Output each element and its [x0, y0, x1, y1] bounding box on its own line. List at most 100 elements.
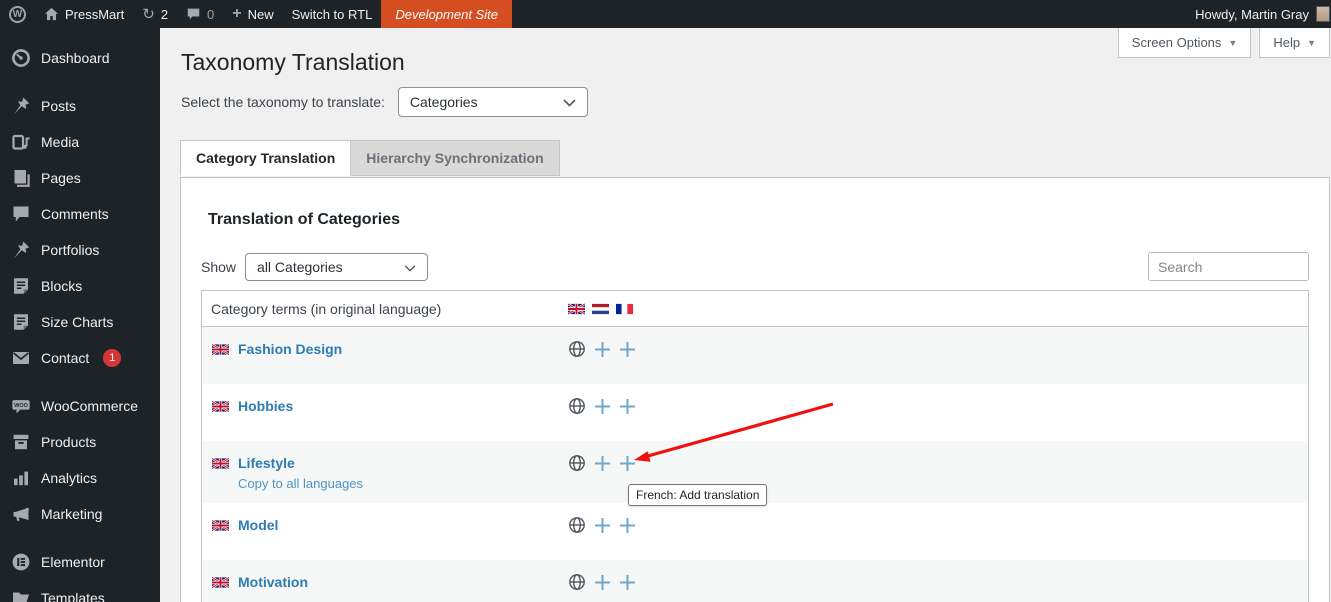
sidebar-item-dashboard[interactable]: Dashboard: [0, 40, 160, 76]
admin-bar: W PressMart ↻ 2 0 + New Switch to RTL De…: [0, 0, 1331, 28]
site-link[interactable]: PressMart: [35, 0, 133, 28]
bars-icon: [11, 468, 31, 488]
new-label: New: [248, 7, 274, 22]
sidebar-item-size-charts[interactable]: Size Charts: [0, 304, 160, 340]
tab-bar: Category Translation Hierarchy Synchroni…: [180, 140, 1331, 176]
avatar[interactable]: [1316, 6, 1330, 22]
sidebar-item-label: Dashboard: [41, 50, 110, 66]
sidebar-item-comments[interactable]: Comments: [0, 196, 160, 232]
wordpress-menu[interactable]: W: [0, 0, 35, 28]
wordpress-logo-icon: W: [9, 6, 26, 23]
table-row: Fashion Design: [202, 327, 1308, 384]
sidebar-item-label: Posts: [41, 98, 76, 114]
category-translation-panel: Translation of Categories Show all Categ…: [180, 177, 1330, 602]
sidebar-item-templates[interactable]: Templates: [0, 580, 160, 602]
tab-category-translation[interactable]: Category Translation: [180, 140, 351, 176]
show-label: Show: [201, 259, 236, 275]
search-input[interactable]: [1148, 252, 1309, 281]
screen-options-button[interactable]: Screen Options ▼: [1118, 28, 1252, 58]
sidebar-item-media[interactable]: Media: [0, 124, 160, 160]
add-translation-fr-icon[interactable]: [618, 516, 636, 534]
sidebar-item-label: Contact: [41, 350, 89, 366]
sidebar-item-woocommerce[interactable]: WOO WooCommerce: [0, 388, 160, 424]
sidebar-item-label: WooCommerce: [41, 398, 138, 414]
term-link[interactable]: Model: [238, 517, 278, 533]
original-language-globe-icon[interactable]: [568, 397, 586, 415]
main-content: Screen Options ▼ Help ▼ Taxonomy Transla…: [160, 28, 1331, 602]
add-translation-nl-icon[interactable]: [593, 516, 611, 534]
new-button[interactable]: + New: [223, 0, 282, 28]
sidebar-item-blocks[interactable]: Blocks: [0, 268, 160, 304]
term-link[interactable]: Lifestyle: [238, 455, 295, 471]
flag-en-icon: [212, 577, 229, 588]
sidebar-item-label: Marketing: [41, 506, 102, 522]
megaphone-icon: [11, 504, 31, 524]
add-translation-fr-icon[interactable]: [618, 573, 636, 591]
updates-button[interactable]: ↻ 2: [133, 0, 177, 28]
add-translation-fr-icon[interactable]: [618, 340, 636, 358]
add-translation-nl-icon[interactable]: [593, 340, 611, 358]
bubble-icon: [11, 204, 31, 224]
add-translation-nl-icon[interactable]: [593, 573, 611, 591]
tab-hierarchy-synchronization[interactable]: Hierarchy Synchronization: [351, 140, 559, 176]
sidebar-item-label: Analytics: [41, 470, 97, 486]
original-language-globe-icon[interactable]: [568, 516, 586, 534]
category-filter-select[interactable]: all Categories: [245, 253, 428, 281]
sidebar-item-label: Blocks: [41, 278, 82, 294]
language-flags: [568, 303, 633, 314]
chevron-down-icon: ▼: [1228, 38, 1237, 48]
add-translation-nl-icon[interactable]: [593, 397, 611, 415]
elementor-icon: [11, 552, 31, 572]
sidebar-item-marketing[interactable]: Marketing: [0, 496, 160, 532]
sidebar-item-pages[interactable]: Pages: [0, 160, 160, 196]
chevron-down-icon: [404, 259, 416, 275]
taxonomy-select[interactable]: Categories: [398, 87, 588, 117]
comments-button[interactable]: 0: [177, 0, 223, 28]
table-rows: Fashion Design Hobbies Lifestyle Copy to al…: [202, 327, 1308, 602]
flag-fr-icon: [616, 303, 633, 314]
add-translation-fr-icon[interactable]: [618, 397, 636, 415]
flag-en-icon: [212, 520, 229, 531]
sidebar-item-label: Elementor: [41, 554, 105, 570]
sidebar-item-label: Templates: [41, 590, 105, 602]
sidebar-item-posts[interactable]: Posts: [0, 88, 160, 124]
box-icon: [11, 432, 31, 452]
chevron-down-icon: [563, 94, 576, 110]
media-icon: [11, 132, 31, 152]
sidebar-item-label: Portfolios: [41, 242, 99, 258]
add-translation-nl-icon[interactable]: [593, 454, 611, 472]
original-language-globe-icon[interactable]: [568, 340, 586, 358]
flag-en-icon: [212, 401, 229, 412]
flag-en-icon: [212, 458, 229, 469]
sidebar-item-elementor[interactable]: Elementor: [0, 544, 160, 580]
flag-en-icon: [568, 303, 585, 314]
copy-to-all-languages-link[interactable]: Copy to all languages: [238, 476, 1300, 491]
sidebar-item-portfolios[interactable]: Portfolios: [0, 232, 160, 268]
help-button[interactable]: Help ▼: [1259, 28, 1330, 58]
svg-text:WOO: WOO: [14, 403, 28, 409]
home-icon: [44, 7, 59, 21]
term-link[interactable]: Motivation: [238, 574, 308, 590]
admin-sidebar: Dashboard Posts MediaPagesComments Portfoli…: [0, 28, 160, 602]
howdy-text[interactable]: Howdy, Martin Gray: [1195, 7, 1309, 22]
environment-badge: Development Site: [381, 0, 512, 28]
sidebar-item-label: Products: [41, 434, 96, 450]
document-icon: [11, 276, 31, 296]
original-language-globe-icon[interactable]: [568, 573, 586, 591]
pages-icon: [11, 168, 31, 188]
term-link[interactable]: Fashion Design: [238, 341, 342, 357]
plus-icon: +: [232, 6, 241, 22]
pin-icon: [11, 240, 31, 260]
terms-table: Category terms (in original language) Fa…: [201, 290, 1309, 602]
switch-to-rtl-button[interactable]: Switch to RTL: [283, 0, 382, 28]
screen-meta: Screen Options ▼ Help ▼: [1118, 28, 1330, 58]
chevron-down-icon: ▼: [1307, 38, 1316, 48]
panel-heading: Translation of Categories: [208, 211, 1309, 229]
term-link[interactable]: Hobbies: [238, 398, 293, 414]
sidebar-item-products[interactable]: Products: [0, 424, 160, 460]
add-translation-fr-icon[interactable]: [618, 454, 636, 472]
sidebar-item-label: Size Charts: [41, 314, 113, 330]
sidebar-item-analytics[interactable]: Analytics: [0, 460, 160, 496]
original-language-globe-icon[interactable]: [568, 454, 586, 472]
sidebar-item-contact[interactable]: Contact1: [0, 340, 160, 376]
